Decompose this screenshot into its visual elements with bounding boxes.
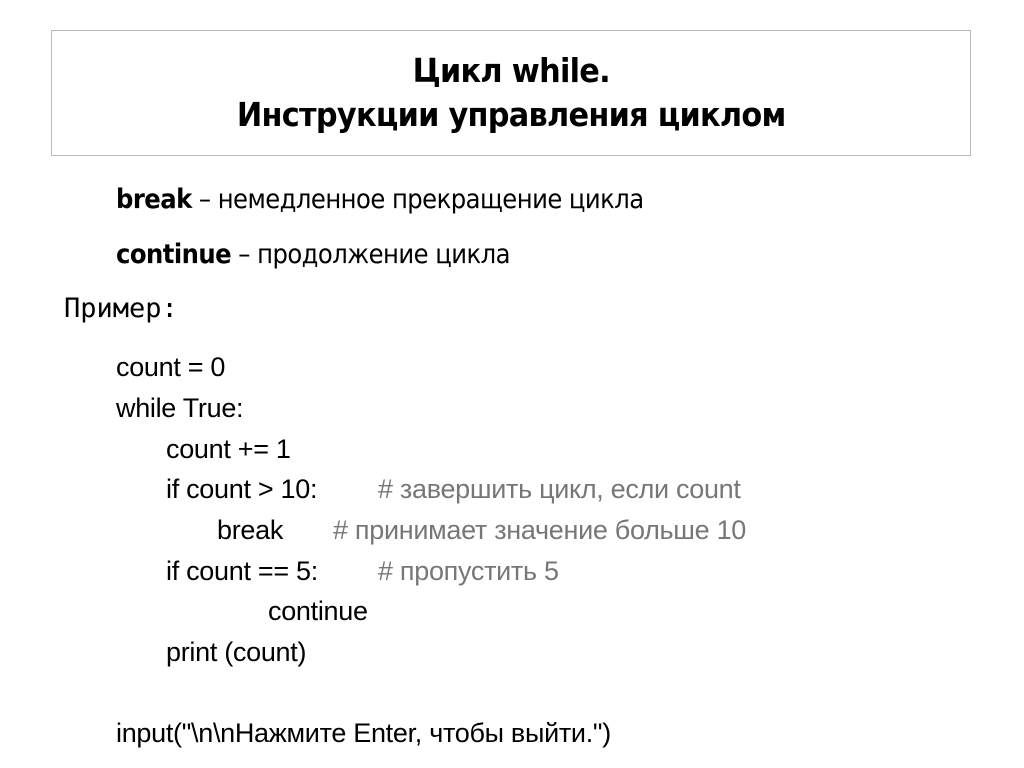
code-line: continue — [268, 596, 368, 626]
code-comment: # завершить цикл, если count — [378, 474, 741, 504]
definition-break: break – немедленное прекращение цикла — [116, 183, 644, 217]
code-comment: # пропустить 5 — [378, 556, 559, 586]
slide-title-line-2: Инструкции управления циклом — [236, 95, 786, 134]
definition-description: – продолжение цикла — [231, 239, 510, 270]
code-line: input("\n\nНажмите Enter, чтобы выйти.") — [116, 718, 611, 748]
code-line: while True: — [116, 393, 244, 423]
definition-keyword: break — [116, 184, 192, 215]
code-line: if count > 10: — [166, 474, 318, 504]
example-label: Пример: — [64, 293, 178, 324]
code-comment: # принимает значение больше 10 — [333, 515, 747, 545]
definition-keyword: continue — [116, 239, 232, 270]
slide-title-box: Цикл while. Инструкции управления циклом — [51, 30, 971, 156]
code-line: if count == 5: — [166, 556, 318, 586]
definition-description: – немедленное прекращение цикла — [191, 184, 644, 215]
code-line: break — [217, 515, 284, 545]
code-line: count += 1 — [166, 434, 291, 464]
definition-continue: continue – продолжение цикла — [116, 238, 510, 272]
code-line: print (count) — [166, 637, 307, 667]
slide-title-line-1: Цикл while. — [412, 51, 610, 90]
code-line: count = 0 — [116, 352, 226, 382]
